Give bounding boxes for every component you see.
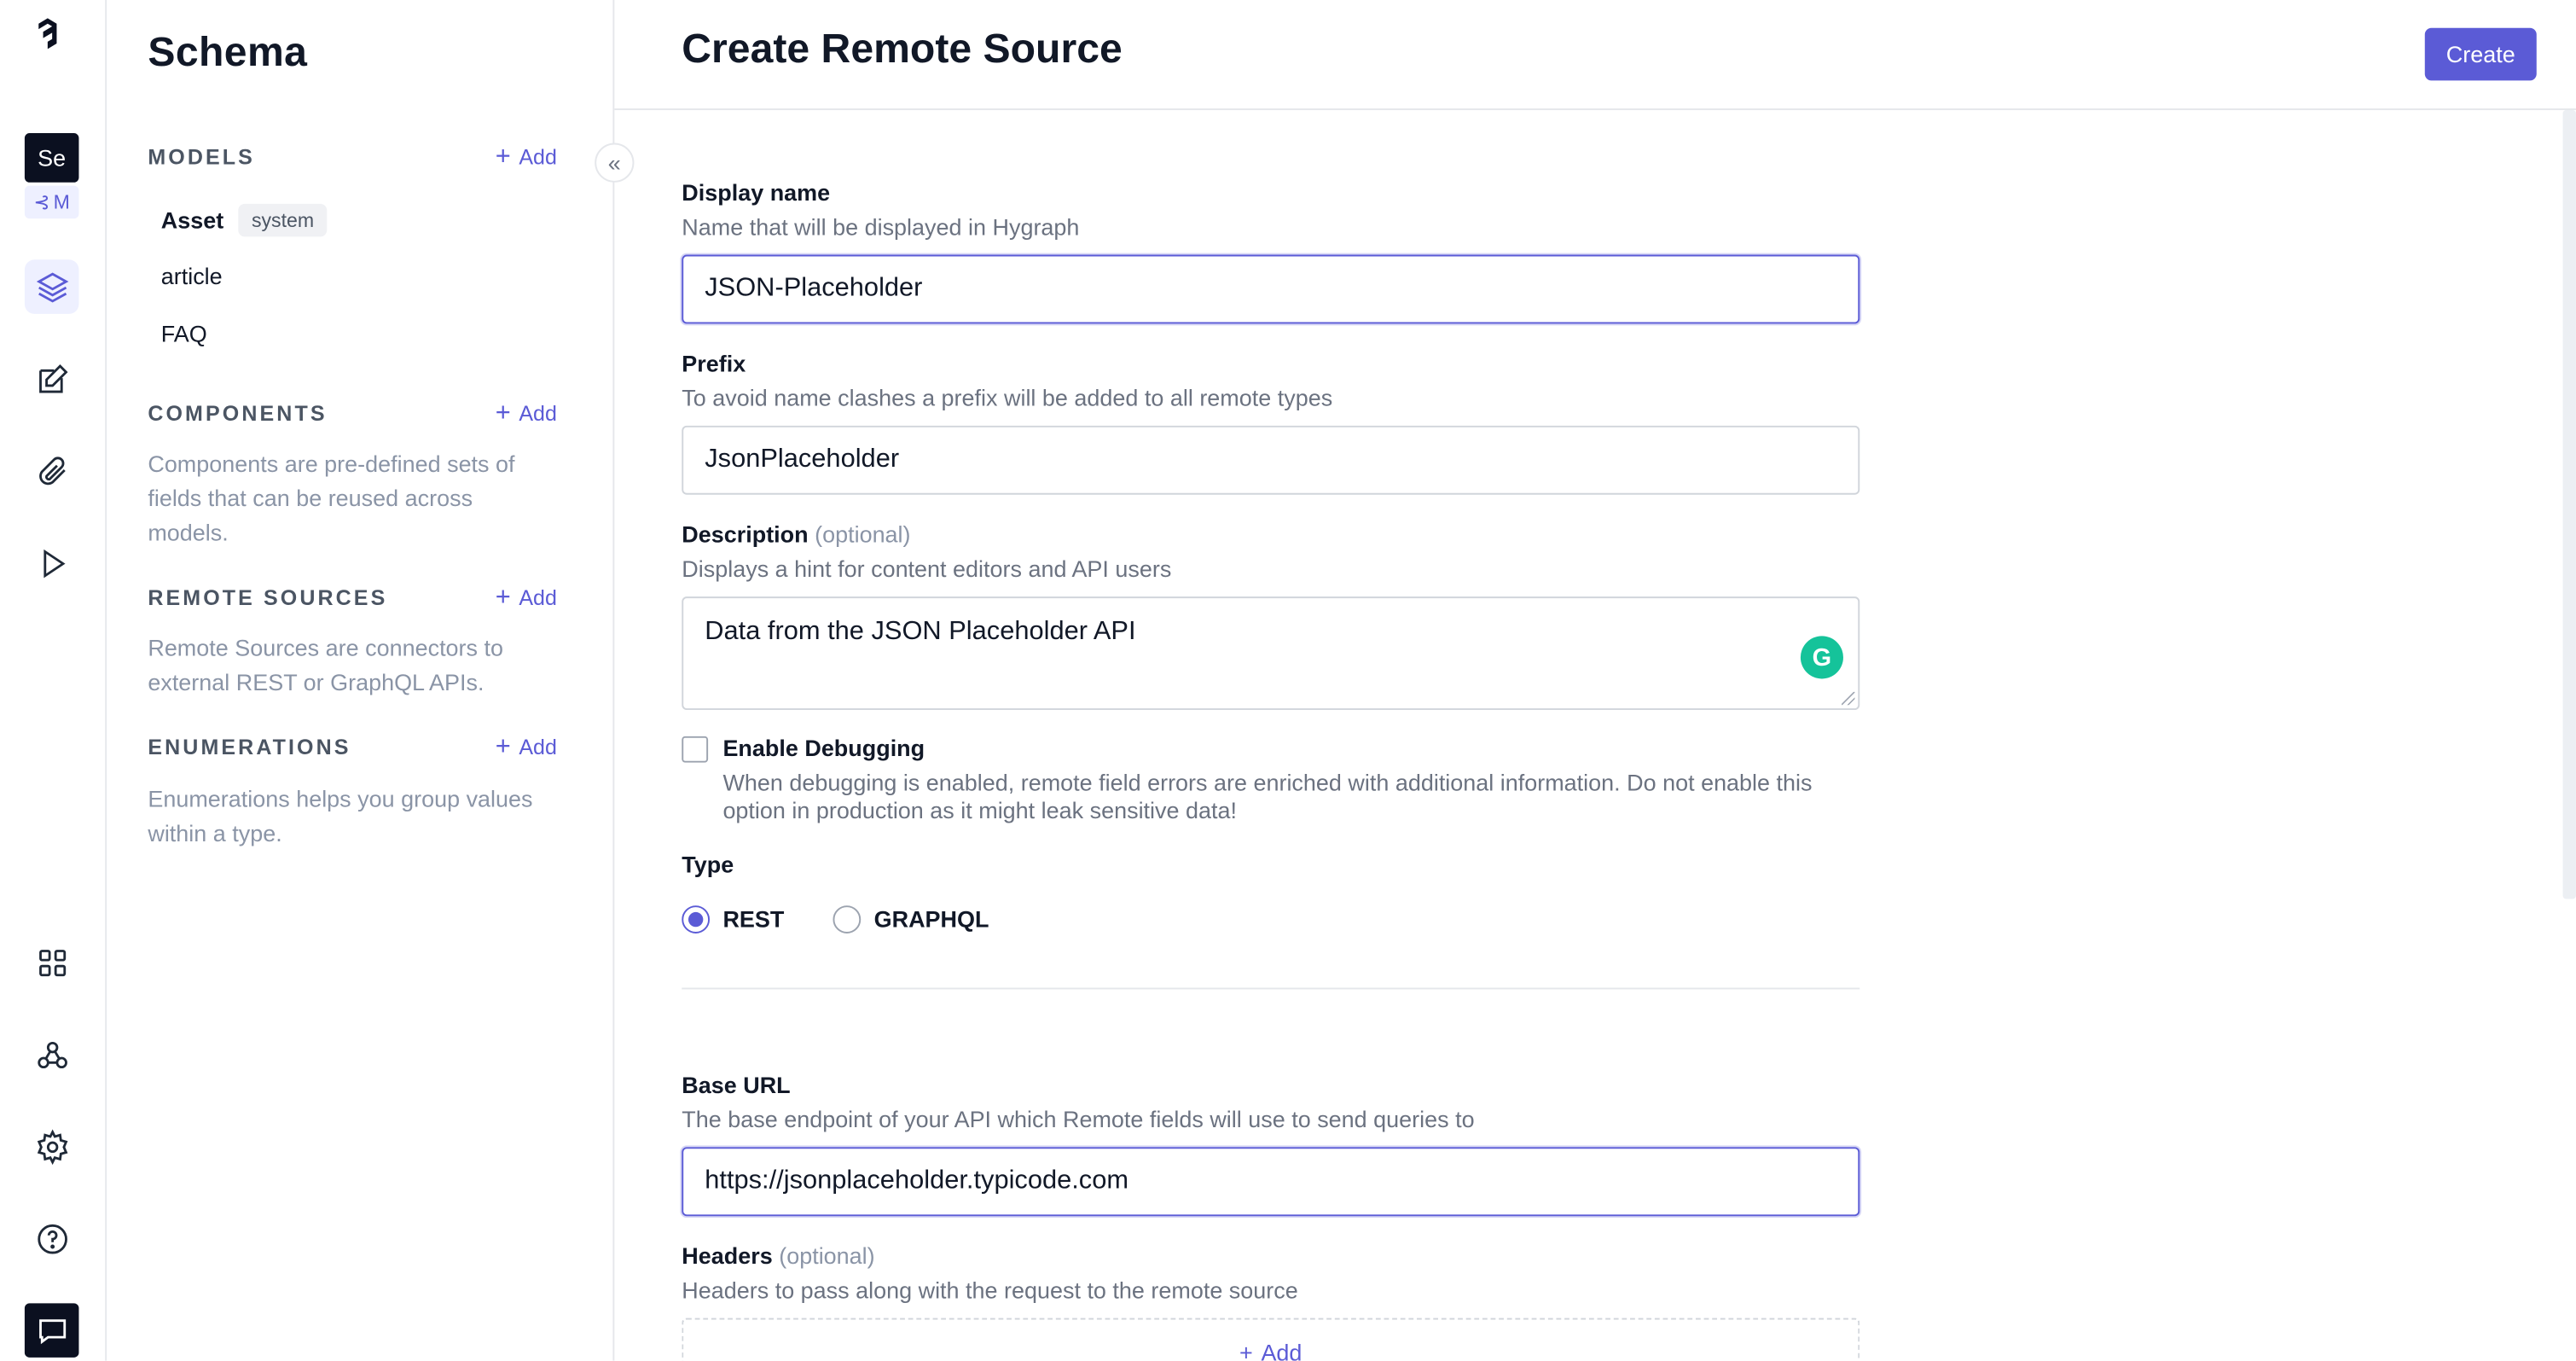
base-url-value: https://jsonplaceholder.typicode.com <box>705 1166 1129 1195</box>
env-label: M <box>53 190 70 214</box>
schema-layers-icon[interactable] <box>24 259 79 314</box>
create-button[interactable]: Create <box>2424 27 2537 81</box>
grammarly-icon[interactable]: G <box>1800 636 1843 679</box>
base-url-field[interactable]: https://jsonplaceholder.typicode.com <box>682 1147 1860 1217</box>
enumerations-description: Enumerations helps you group values with… <box>148 785 533 846</box>
enable-debugging-help: When debugging is enabled, remote field … <box>722 769 1813 823</box>
description-value: Data from the JSON Placeholder API <box>705 618 1136 646</box>
add-component-label: Add <box>519 400 557 426</box>
plus-icon: + <box>1239 1339 1253 1361</box>
left-rail: Se ⊰ M <box>0 0 107 1361</box>
rest-radio-label[interactable]: REST <box>722 905 784 932</box>
main-panel: Create Remote Source Create Display name… <box>614 0 2576 1361</box>
add-component-button[interactable]: + Add <box>495 399 557 427</box>
double-chevron-left-icon: « <box>607 149 621 177</box>
sidebar-item-faq[interactable]: FAQ <box>161 321 207 347</box>
settings-gear-icon[interactable] <box>25 1120 79 1174</box>
section-divider <box>682 987 1860 990</box>
add-remote-source-button[interactable]: + Add <box>495 583 557 612</box>
models-section-title: MODELS <box>148 144 255 170</box>
assets-paperclip-icon[interactable] <box>25 444 79 498</box>
plus-icon: + <box>495 583 511 612</box>
display-name-help: Name that will be displayed in Hygraph <box>682 213 1080 241</box>
enable-debugging-checkbox[interactable] <box>682 736 709 763</box>
headers-label: Headers (optional) <box>682 1242 874 1269</box>
add-enumeration-button[interactable]: + Add <box>495 732 557 761</box>
optional-tag: (optional) <box>779 1242 875 1269</box>
enable-debugging-label[interactable]: Enable Debugging <box>722 735 925 761</box>
playground-play-icon[interactable] <box>25 536 79 590</box>
type-label: Type <box>682 851 734 878</box>
add-model-label: Add <box>519 144 557 170</box>
resize-handle[interactable] <box>1842 691 1855 706</box>
app-window: Se ⊰ M Schema MODELS + Add Asset system … <box>0 0 2576 1361</box>
add-header-button[interactable]: + Add <box>682 1317 1860 1361</box>
enumerations-section-title: ENUMERATIONS <box>148 734 351 759</box>
add-remote-source-label: Add <box>519 585 557 610</box>
project-switcher[interactable]: Se <box>24 133 79 183</box>
page-title: Create Remote Source <box>682 26 1123 73</box>
base-url-help: The base endpoint of your API which Remo… <box>682 1106 1475 1133</box>
description-help: Displays a hint for content editors and … <box>682 555 1172 582</box>
description-label: Description (optional) <box>682 521 910 548</box>
model-name: Asset <box>160 206 224 234</box>
graphql-radio[interactable] <box>833 905 862 934</box>
hygraph-logo-icon[interactable] <box>30 16 76 82</box>
plus-icon: + <box>495 399 511 427</box>
plus-icon: + <box>495 732 511 761</box>
components-section-title: COMPONENTS <box>148 400 328 426</box>
components-description: Components are pre-defined sets of field… <box>148 450 515 546</box>
apps-grid-icon[interactable] <box>25 935 79 990</box>
add-enumeration-label: Add <box>519 734 557 759</box>
graphql-radio-label[interactable]: GRAPHQL <box>874 905 989 932</box>
remote-sources-section-title: REMOTE SOURCES <box>148 585 388 610</box>
optional-tag: (optional) <box>815 521 911 548</box>
base-url-label: Base URL <box>682 1071 791 1098</box>
add-model-button[interactable]: + Add <box>495 142 557 172</box>
branch-icon: ⊰ <box>33 190 50 214</box>
plus-icon: + <box>495 142 511 172</box>
model-name: FAQ <box>160 320 207 347</box>
rest-radio[interactable] <box>682 905 711 934</box>
page-header: Create Remote Source Create <box>614 0 2576 111</box>
description-field[interactable]: Data from the JSON Placeholder API G <box>682 596 1860 711</box>
display-name-label: Display name <box>682 178 831 206</box>
display-name-value: JSON-Placeholder <box>705 274 923 303</box>
remote-sources-description: Remote Sources are connectors to externa… <box>148 634 504 695</box>
project-abbr: Se <box>38 144 67 172</box>
scrollbar[interactable] <box>2562 110 2576 899</box>
system-badge: system <box>238 203 328 237</box>
add-header-label: Add <box>1261 1339 1303 1361</box>
prefix-label: Prefix <box>682 350 746 377</box>
schema-sidebar: Schema MODELS + Add Asset system article… <box>107 0 615 1361</box>
display-name-field[interactable]: JSON-Placeholder <box>682 254 1860 324</box>
headers-label-text: Headers <box>682 1242 773 1269</box>
edit-content-icon[interactable] <box>25 352 79 406</box>
model-name: article <box>160 263 223 289</box>
prefix-field[interactable]: JsonPlaceholder <box>682 425 1860 495</box>
headers-help: Headers to pass along with the request t… <box>682 1277 1298 1304</box>
prefix-value: JsonPlaceholder <box>705 445 900 474</box>
chat-icon[interactable] <box>24 1303 79 1358</box>
help-circle-icon[interactable] <box>25 1211 79 1265</box>
sidebar-title: Schema <box>148 29 308 76</box>
description-label-text: Description <box>682 521 809 548</box>
webhooks-icon[interactable] <box>25 1027 79 1082</box>
collapse-sidebar-button[interactable]: « <box>595 142 635 183</box>
sidebar-item-asset[interactable]: Asset system <box>160 203 328 237</box>
prefix-help: To avoid name clashes a prefix will be a… <box>682 384 1333 411</box>
environment-badge[interactable]: ⊰ M <box>24 185 79 219</box>
sidebar-item-article[interactable]: article <box>161 263 223 289</box>
